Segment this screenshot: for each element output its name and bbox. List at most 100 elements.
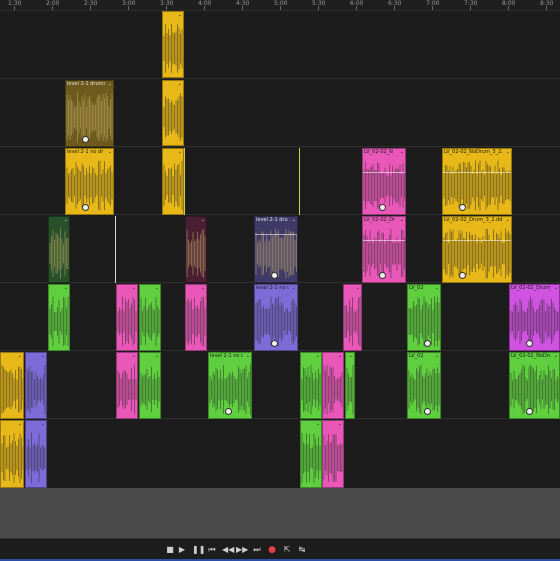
audio-clip[interactable]: ⌄ (48, 284, 70, 351)
audio-clip[interactable]: LV_02-02_Drum_4_sop⌄ (509, 284, 560, 351)
clip-menu-icon[interactable]: ⌄ (41, 353, 45, 360)
audio-clip[interactable]: ⌄ (139, 352, 161, 419)
clip-fx-badge-icon[interactable] (424, 340, 431, 347)
clip-menu-icon[interactable]: ⌄ (400, 149, 404, 156)
clip-menu-icon[interactable]: ⌄ (400, 217, 404, 224)
track-lane[interactable] (0, 419, 560, 488)
audio-clip[interactable]: ⌄ (300, 352, 322, 419)
audio-clip[interactable]: ⌄ (116, 284, 138, 351)
rewind-button[interactable]: ◀◀ (222, 544, 234, 556)
clip-fx-badge-icon[interactable] (271, 340, 278, 347)
clip-menu-icon[interactable]: ⌄ (64, 285, 68, 292)
clip-fx-badge-icon[interactable] (271, 272, 278, 279)
volume-envelope[interactable] (443, 240, 511, 241)
volume-envelope[interactable] (363, 172, 405, 173)
clip-menu-icon[interactable]: ⌄ (292, 285, 296, 292)
clip-menu-icon[interactable]: ⌄ (506, 149, 510, 156)
clip-fx-badge-icon[interactable] (82, 136, 89, 143)
clip-fx-badge-icon[interactable] (459, 204, 466, 211)
clip-fx-badge-icon[interactable] (379, 272, 386, 279)
export-button[interactable]: ⇱ (281, 544, 293, 556)
clip-menu-icon[interactable]: ⌄ (178, 149, 182, 156)
clip-menu-icon[interactable]: ⌄ (155, 353, 159, 360)
audio-clip[interactable]: ⌄ (139, 284, 161, 351)
audio-clip[interactable]: ⌄ (48, 216, 70, 283)
clip-menu-icon[interactable]: ⌄ (435, 285, 439, 292)
audio-clip[interactable]: LV_02 ⌄ (407, 352, 441, 419)
clip-menu-icon[interactable]: ⌄ (18, 421, 22, 428)
audio-clip[interactable]: LV_02-02_Dr ⌄ (362, 216, 406, 283)
clip-menu-icon[interactable]: ⌄ (356, 285, 360, 292)
clip-menu-icon[interactable]: ⌄ (316, 421, 320, 428)
skip-selected-button[interactable]: ↹ (296, 544, 308, 556)
audio-clip[interactable]: ⌄ (345, 352, 355, 419)
clip-fx-badge-icon[interactable] (526, 408, 533, 415)
clip-menu-icon[interactable]: ⌄ (178, 12, 182, 19)
clip-menu-icon[interactable]: ⌄ (554, 285, 558, 292)
clip-menu-icon[interactable]: ⌄ (554, 353, 558, 360)
stop-button[interactable]: ■ (164, 544, 176, 556)
audio-clip[interactable]: level 2-1 no d ⌄ (254, 284, 298, 351)
clip-menu-icon[interactable]: ⌄ (338, 353, 342, 360)
clip-menu-icon[interactable]: ⌄ (132, 353, 136, 360)
record-button[interactable]: ● (266, 544, 278, 556)
audio-clip[interactable]: ⌄ (322, 352, 344, 419)
audio-clip[interactable]: LV_02-02_NoDrum_4⌄ (509, 352, 560, 419)
audio-clip[interactable]: ⌄ (116, 352, 138, 419)
clip-menu-icon[interactable]: ⌄ (108, 149, 112, 156)
audio-clip[interactable]: level 2-1 dru ⌄ (254, 216, 298, 283)
clip-menu-icon[interactable]: ⌄ (178, 81, 182, 88)
volume-envelope[interactable] (255, 234, 297, 235)
audio-clip[interactable]: ⌄ (162, 80, 184, 146)
audio-clip[interactable]: ⌄ (162, 11, 184, 78)
clip-fx-badge-icon[interactable] (82, 204, 89, 211)
track-lane[interactable] (0, 11, 560, 79)
clip-fx-badge-icon[interactable] (379, 204, 386, 211)
pause-button[interactable]: ❚❚ (192, 544, 205, 556)
audio-clip[interactable]: ⌄ (343, 284, 362, 351)
clip-fx-badge-icon[interactable] (459, 272, 466, 279)
audio-clip[interactable]: LV_02 ⌄ (407, 284, 441, 351)
clip-menu-icon[interactable]: ⌄ (292, 217, 296, 224)
clip-menu-icon[interactable]: ⌄ (41, 421, 45, 428)
timeline-ruler[interactable]: 1:30 2:00 2:30 3:00 3:30 4:00 4:30 5:00 5:30 6:00… (0, 0, 560, 11)
clip-fx-badge-icon[interactable] (526, 340, 533, 347)
clip-menu-icon[interactable]: ⌄ (132, 285, 136, 292)
audio-clip[interactable]: level 2-1 no d ⌄ (208, 352, 252, 419)
clip-menu-icon[interactable]: ⌄ (316, 353, 320, 360)
multitrack-editor[interactable]: ⌄ ⌄ level 2-1 drums ⌄ ⌄ level 2-1 no dr ⌄ LV_02… (0, 11, 560, 488)
play-button[interactable]: ▶ (176, 544, 188, 556)
audio-clip[interactable]: ⌄ (25, 420, 47, 488)
go-to-end-button[interactable]: ⏭ (251, 544, 263, 556)
volume-envelope[interactable] (443, 172, 511, 173)
track-lane[interactable] (0, 351, 560, 419)
audio-clip[interactable]: ⌄ (25, 352, 47, 419)
clip-menu-icon[interactable]: ⌄ (18, 353, 22, 360)
audio-clip[interactable]: ⌄ (162, 148, 184, 215)
audio-clip[interactable]: level 2-1 no dr ⌄ (65, 148, 114, 215)
audio-clip[interactable]: ⌄ (300, 420, 322, 488)
clip-fx-badge-icon[interactable] (225, 408, 232, 415)
clip-menu-icon[interactable]: ⌄ (201, 285, 205, 292)
clip-menu-icon[interactable]: ⌄ (108, 81, 112, 88)
audio-clip[interactable]: ⌄ (322, 420, 344, 488)
clip-menu-icon[interactable]: ⌄ (338, 421, 342, 428)
fast-forward-button[interactable]: ▶▶ (236, 544, 248, 556)
clip-menu-icon[interactable]: ⌄ (201, 217, 205, 224)
clip-menu-icon[interactable]: ⌄ (155, 285, 159, 292)
audio-clip[interactable]: ⌄ (0, 420, 24, 488)
audio-clip[interactable]: LV_02-02_NoDrum_3_2.d ⌄ (442, 148, 512, 215)
clip-menu-icon[interactable]: ⌄ (349, 353, 353, 360)
clip-menu-icon[interactable]: ⌄ (64, 217, 68, 224)
go-to-start-button[interactable]: ⏮ (206, 544, 218, 556)
clip-menu-icon[interactable]: ⌄ (435, 353, 439, 360)
audio-clip[interactable]: LV_02-02_N ⌄ (362, 148, 406, 215)
audio-clip[interactable]: LV_02-02_Drum_3_2.dd ⌄ (442, 216, 512, 283)
audio-clip[interactable]: ⌄ (185, 216, 207, 283)
audio-clip[interactable]: ⌄ (185, 284, 207, 351)
clip-fx-badge-icon[interactable] (424, 408, 431, 415)
audio-clip[interactable]: level 2-1 drums ⌄ (65, 80, 114, 147)
audio-clip[interactable]: ⌄ (0, 352, 24, 419)
volume-envelope[interactable] (363, 240, 405, 241)
clip-menu-icon[interactable]: ⌄ (246, 353, 250, 360)
